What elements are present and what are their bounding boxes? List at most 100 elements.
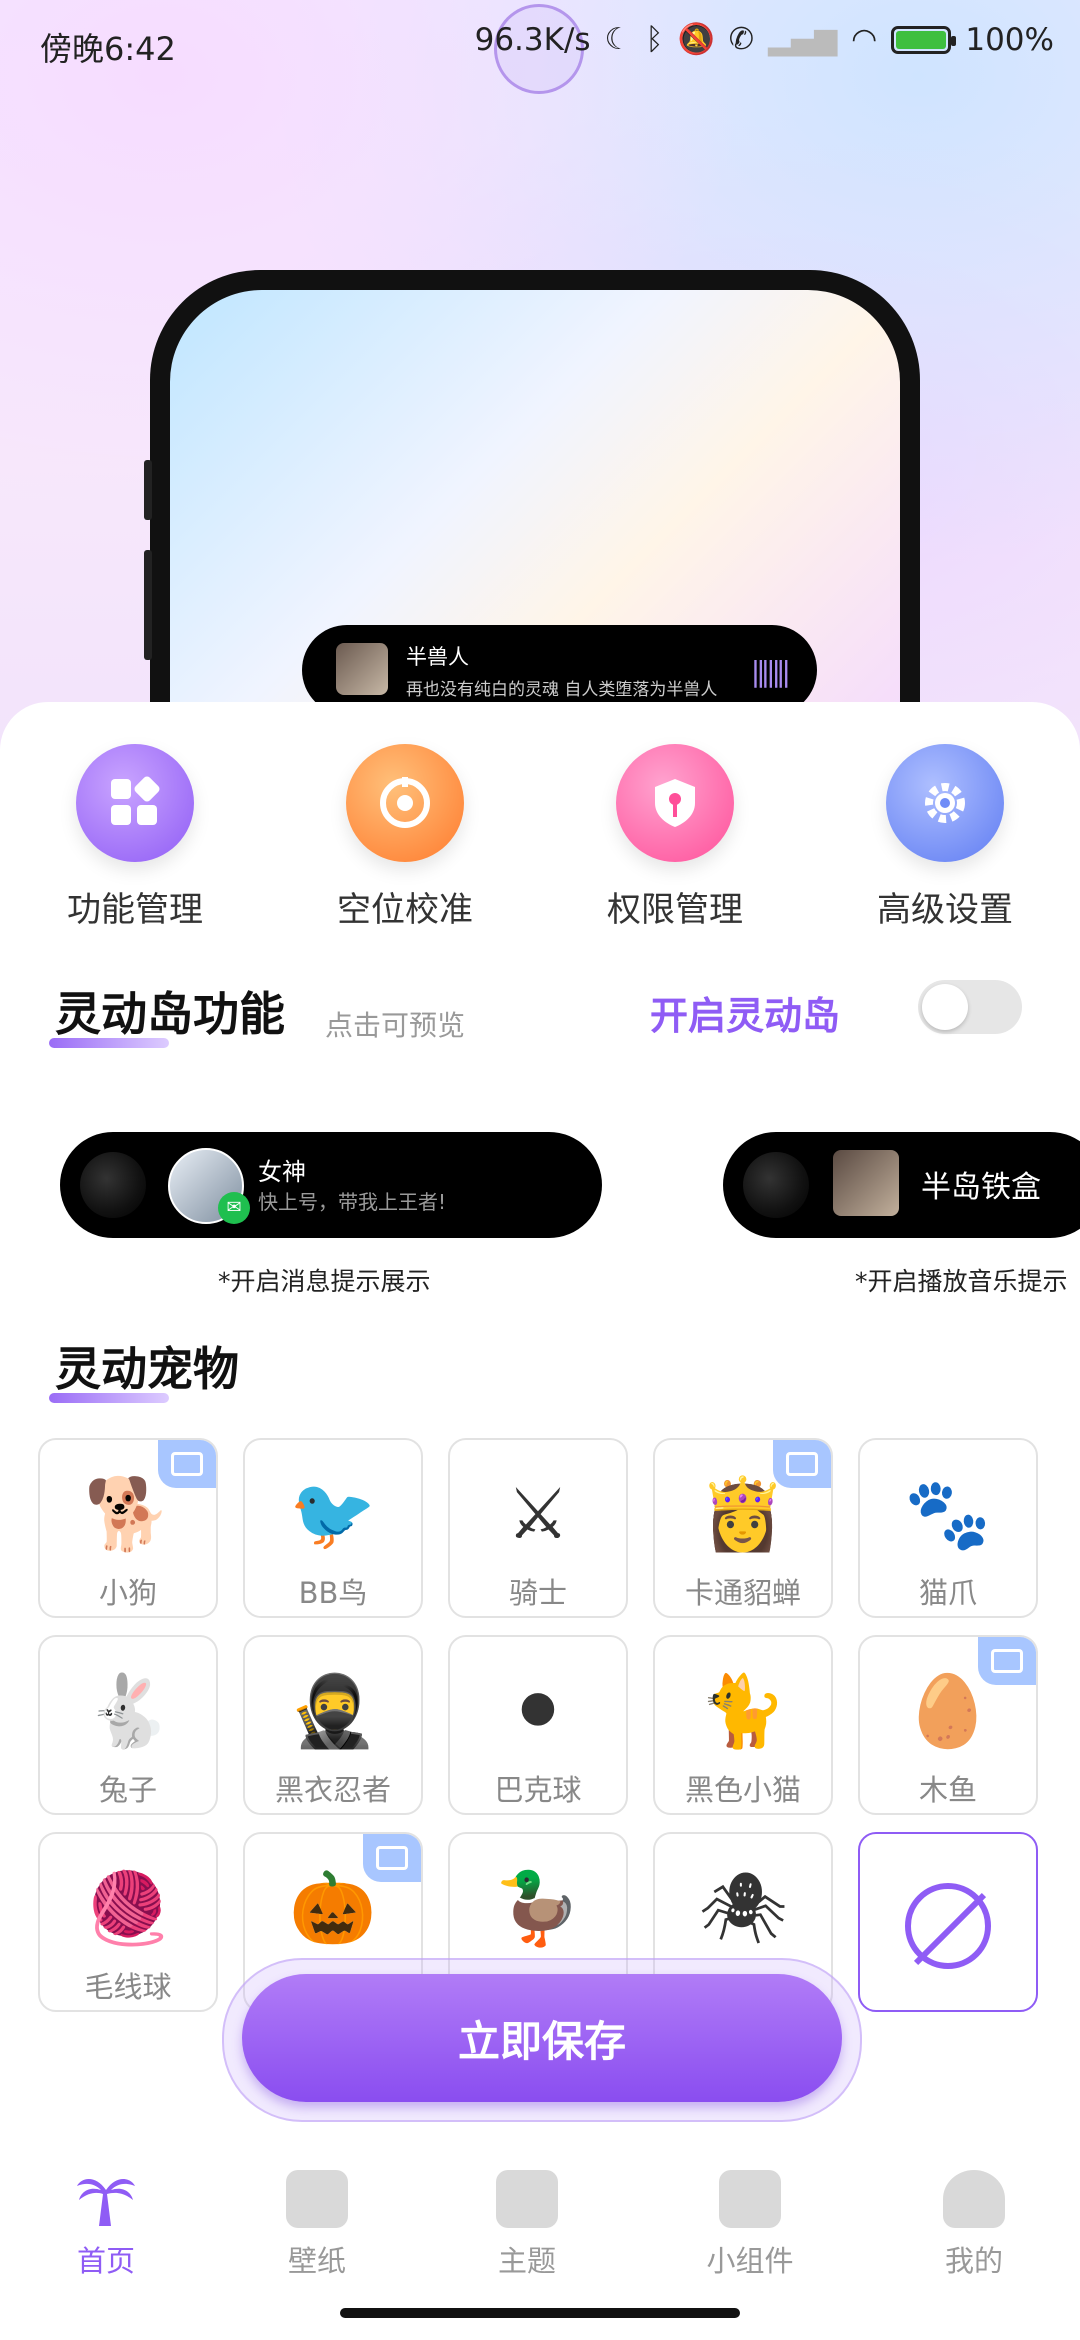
tab-wallpaper[interactable]: 壁纸 — [237, 2170, 397, 2280]
pet-name: 兔子 — [98, 1773, 157, 1807]
island-subtitle: 再也没有纯白的灵魂 自人类堕落为半兽人 — [406, 680, 718, 700]
signal-icon: ▂▄▆ — [767, 22, 838, 57]
tab-label: 主题 — [497, 2244, 556, 2278]
enable-island-label: 开启灵动岛 — [650, 994, 841, 1038]
pet-name: 小狗 — [98, 1576, 157, 1610]
status-time: 傍晚6:42 — [40, 30, 176, 68]
pet-item[interactable]: 🐦 BB鸟 — [243, 1438, 423, 1618]
yarn-ball-icon: 🧶 — [84, 1866, 172, 1949]
home-indicator — [340, 2308, 740, 2318]
pet-item[interactable]: 🥷 黑衣忍者 — [243, 1635, 423, 1815]
video-badge-icon — [363, 1834, 421, 1882]
quick-action-calibrate[interactable]: 空位校准 — [305, 744, 505, 931]
save-button-container: 立即保存 — [222, 1958, 862, 2122]
camera-icon — [80, 1152, 146, 1218]
video-badge-icon — [773, 1440, 831, 1488]
network-speed: 96.3K/s — [474, 22, 591, 58]
mute-bell-icon: 🔕 — [677, 22, 715, 57]
pet-name: BB鸟 — [298, 1576, 368, 1610]
quick-action-permissions[interactable]: 权限管理 — [575, 744, 775, 931]
none-icon — [860, 1878, 1036, 1974]
message-text: 快上号，带我上王者! — [258, 1190, 447, 1214]
spider-mask-icon: 🕷 — [698, 1866, 788, 1949]
key-shield-icon — [616, 744, 734, 862]
palm-tree-icon — [75, 2170, 137, 2228]
music-caption: *开启播放音乐提示 — [855, 1267, 1068, 1296]
save-button[interactable]: 立即保存 — [242, 1974, 842, 2102]
bluetooth-icon: ᛒ — [645, 22, 664, 57]
video-badge-icon — [978, 1637, 1036, 1685]
pet-name: 巴克球 — [494, 1773, 582, 1807]
music-island-example[interactable]: 半岛铁盒 — [723, 1132, 1080, 1238]
pet-name: 木鱼 — [918, 1773, 977, 1807]
pet-item[interactable]: 🐕 小狗 — [38, 1438, 218, 1618]
video-badge-icon — [158, 1440, 216, 1488]
pets-section-title: 灵动宠物 — [49, 1333, 239, 1403]
target-icon — [346, 744, 464, 862]
pet-item[interactable]: 👸 卡通貂蝉 — [653, 1438, 833, 1618]
gear-icon — [886, 744, 1004, 862]
quick-action-label: 空位校准 — [337, 890, 473, 930]
message-island-example[interactable]: ✉ 女神 快上号，带我上王者! — [60, 1132, 602, 1238]
quick-action-advanced-settings[interactable]: 高级设置 — [845, 744, 1045, 931]
status-icons: 96.3K/s ☾ ᛒ 🔕 ✆ ▂▄▆ ◠ 100% — [475, 22, 1054, 58]
tab-profile[interactable]: 我的 — [894, 2170, 1054, 2280]
quick-action-label: 高级设置 — [877, 890, 1013, 930]
pet-item[interactable]: 🧶 毛线球 — [38, 1832, 218, 2012]
pet-item[interactable]: ⚫ 巴克球 — [448, 1635, 628, 1815]
pet-item[interactable]: 🐈 黑色小猫 — [653, 1635, 833, 1815]
pet-item[interactable]: 🥚 木鱼 — [858, 1635, 1038, 1815]
album-cover-image — [833, 1150, 899, 1216]
missed-call-icon: ✆ — [728, 22, 754, 57]
moon-icon: ☾ — [604, 22, 632, 57]
quick-action-function-manage[interactable]: 功能管理 — [35, 744, 235, 931]
pet-name: 猫爪 — [918, 1576, 977, 1610]
pet-item[interactable]: 🐇 兔子 — [38, 1635, 218, 1815]
pet-name: 卡通貂蝉 — [684, 1576, 801, 1610]
shirt-icon — [496, 2170, 558, 2228]
duck-icon: 🦆 — [494, 1866, 582, 1949]
black-ball-icon: ⚫ — [508, 1670, 568, 1752]
ninja-icon: 🥷 — [289, 1669, 377, 1752]
quick-action-label: 功能管理 — [67, 890, 203, 930]
tab-label: 我的 — [944, 2244, 1003, 2278]
grid-apps-icon — [76, 744, 194, 862]
pet-name: 黑衣忍者 — [274, 1773, 391, 1807]
pet-item[interactable]: ⚔ 骑士 — [448, 1438, 628, 1618]
rabbit-icon: 🐇 — [84, 1669, 172, 1752]
bird-icon: 🐦 — [289, 1472, 377, 1555]
quick-action-label: 权限管理 — [607, 890, 743, 930]
pet-name: 毛线球 — [84, 1970, 172, 2004]
wallpaper-icon — [286, 2170, 348, 2228]
tab-theme[interactable]: 主题 — [447, 2170, 607, 2280]
camera-icon — [743, 1152, 809, 1218]
tab-widgets[interactable]: 小组件 — [670, 2170, 830, 2280]
tab-label: 壁纸 — [287, 2244, 346, 2278]
knight-icon: ⚔ — [506, 1473, 570, 1555]
tab-label: 首页 — [76, 2244, 135, 2278]
wifi-icon: ◠ — [851, 22, 878, 57]
message-caption: *开启消息提示展示 — [218, 1267, 431, 1296]
cat-paw-icon: 🐾 — [904, 1472, 992, 1555]
status-bar: 傍晚6:42 96.3K/s ☾ ᛒ 🔕 ✆ ▂▄▆ ◠ 100% — [0, 0, 1080, 94]
sound-wave-icon: |‖|‖| — [750, 655, 791, 688]
sender-name: 女神 — [258, 1158, 306, 1186]
tab-home[interactable]: 首页 — [26, 2170, 186, 2280]
pet-name: 骑士 — [508, 1576, 567, 1610]
island-section-title: 灵动岛功能 — [49, 978, 285, 1048]
island-title: 半兽人 — [406, 645, 469, 669]
pet-name: 黑色小猫 — [684, 1773, 801, 1807]
pet-item[interactable]: 🐾 猫爪 — [858, 1438, 1038, 1618]
black-cat-icon: 🐈 — [699, 1669, 787, 1752]
battery-percent: 100% — [965, 22, 1054, 58]
song-title: 半岛铁盒 — [921, 1170, 1041, 1205]
widgets-icon — [719, 2170, 781, 2228]
wechat-icon: ✉ — [218, 1192, 250, 1224]
quick-actions: 功能管理 空位校准 权限管理 高级设置 — [0, 744, 1080, 944]
enable-island-toggle[interactable] — [918, 980, 1022, 1034]
pet-item[interactable] — [858, 1832, 1038, 2012]
tab-label: 小组件 — [706, 2244, 794, 2278]
album-cover-image — [336, 643, 388, 695]
person-icon — [943, 2170, 1005, 2228]
preview-hint: 点击可预览 — [325, 1009, 466, 1042]
